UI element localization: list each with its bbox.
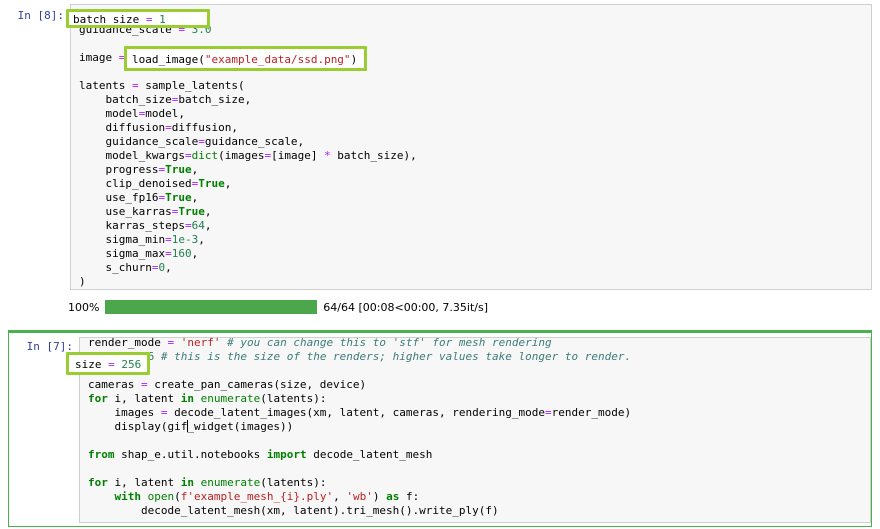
code-line: images = decode_latent_images(xm, latent… (88, 406, 632, 419)
annotation-size-text: size = 256 (75, 358, 142, 371)
annotation-load-image-text: load_image("example_data/ssd.png") (132, 53, 358, 66)
code-line: model_kwargs=dict(images=[image] * batch… (79, 149, 417, 162)
notebook-container: In [8]: batch_size = 1guidance_scale = 3… (0, 0, 880, 529)
code-line: clip_denoised=True, (79, 177, 232, 190)
code-editor-in-7[interactable]: render_mode = 'nerf' # you can change th… (79, 337, 871, 523)
code-line: sigma_min=1e-3, (79, 233, 205, 246)
progress-bar-fill (104, 300, 318, 314)
code-content-in-7[interactable]: render_mode = 'nerf' # you can change th… (88, 337, 866, 518)
annotation-size-highlight: size = 256 (66, 352, 150, 375)
code-line: s_churn=0, (79, 261, 172, 274)
cell-prompt-in-8: In [8]: (17, 9, 64, 22)
code-line: render_mode = 'nerf' # you can change th… (88, 337, 552, 349)
code-line: size = 256 # this is the size of the ren… (88, 350, 632, 363)
code-line: decode_latent_mesh(xm, latent).tri_mesh(… (88, 504, 499, 517)
code-line: cameras = create_pan_cameras(size, devic… (88, 378, 367, 391)
code-line: batch_size=batch_size, (79, 93, 252, 106)
code-line: ) (79, 275, 86, 288)
code-line: model=model, (79, 107, 185, 120)
progress-bar-track (104, 300, 318, 314)
code-line: karras_steps=64, (79, 219, 212, 232)
code-line: use_fp16=True, (79, 191, 199, 204)
progress-meta-label: 64/64 [00:08<00:00, 7.35it/s] (323, 300, 488, 314)
code-line: for i, latent in enumerate(latents): (88, 476, 327, 489)
annotation-batch-size-highlight: batch_size = 1 (66, 9, 210, 28)
code-line: from shap_e.util.notebooks import decode… (88, 448, 433, 461)
code-line: with open(f'example_mesh_{i}.ply', 'wb')… (114, 490, 420, 503)
code-line: for i, latent in enumerate(latents): (88, 392, 327, 405)
progress-percent-label: 100% (68, 300, 100, 314)
code-line: sigma_max=160, (79, 247, 199, 260)
code-line: progress=True, (79, 163, 199, 176)
code-line: display(gif_widget(images)) (88, 420, 294, 433)
annotation-batch-size-text: batch_size = 1 (73, 13, 166, 26)
code-line: guidance_scale=guidance_scale, (79, 135, 305, 148)
code-line: use_karras=True, (79, 205, 212, 218)
code-line: latents = sample_latents( (79, 79, 245, 92)
annotation-load-image-highlight: load_image("example_data/ssd.png") (124, 46, 367, 71)
code-line: diffusion=diffusion, (79, 121, 238, 134)
cell-output-progress-in-8: 100% 64/64 [00:08<00:00, 7.35it/s] (68, 300, 488, 314)
